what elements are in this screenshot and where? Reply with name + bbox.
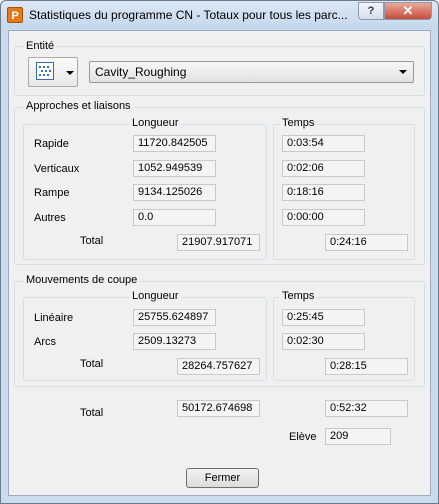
grand-total-time: 0:52:32 [325, 400, 408, 417]
lift-label: Elève [289, 431, 317, 443]
approaches-total-label: Total [80, 235, 104, 247]
approaches-total-length: 21907.917071 [177, 234, 260, 251]
grand-total-label: Total [80, 407, 104, 419]
dialog-window: P Statistiques du programme CN - Totaux … [0, 0, 439, 504]
cutting-total-length: 28264.757627 [177, 358, 260, 375]
entity-select-value: Cavity_Roughing [95, 65, 187, 79]
verticaux-length-value: 1052.949539 [133, 160, 216, 177]
cutting-length-header: Longueur [130, 290, 181, 302]
chevron-down-icon [399, 70, 407, 74]
arcs-length-value: 2509.13273 [133, 333, 216, 350]
autres-length-value: 0.0 [133, 209, 216, 226]
help-button[interactable]: ? [358, 2, 384, 20]
row-label-autres: Autres [34, 212, 66, 224]
cutting-title: Mouvements de coupe [24, 274, 140, 286]
row-label-rampe: Rampe [34, 187, 70, 199]
lineaire-time-value: 0:25:45 [282, 309, 365, 326]
approaches-title: Approches et liaisons [24, 100, 133, 112]
approaches-total-time: 0:24:16 [325, 234, 408, 251]
row-label-rapide: Rapide [34, 138, 69, 150]
row-label-lineaire: Linéaire [34, 312, 74, 324]
cutting-total-time: 0:28:15 [325, 358, 408, 375]
approaches-length-header: Longueur [130, 117, 181, 129]
entity-select[interactable]: Cavity_Roughing [89, 61, 414, 83]
verticaux-time-value: 0:02:06 [282, 160, 365, 177]
grand-total-length: 50172.674698 [177, 400, 260, 417]
close-button[interactable]: Fermer [186, 468, 259, 488]
cutting-total-label: Total [80, 358, 104, 370]
title-bar[interactable]: P Statistiques du programme CN - Totaux … [1, 1, 438, 29]
lineaire-length-value: 25755.624897 [133, 309, 216, 326]
entity-type-dropdown[interactable] [28, 57, 78, 87]
row-label-arcs: Arcs [34, 336, 56, 348]
entity-label: Entité [24, 40, 57, 52]
window-title: Statistiques du programme CN - Totaux po… [29, 8, 348, 22]
cutting-time-header: Temps [280, 290, 317, 302]
close-window-button[interactable]: ✕ [384, 2, 432, 20]
autres-time-value: 0:00:00 [282, 209, 365, 226]
arcs-time-value: 0:02:30 [282, 333, 365, 350]
row-label-verticaux: Verticaux [34, 163, 80, 175]
app-icon: P [7, 7, 23, 23]
lift-value: 209 [325, 428, 391, 445]
dialog-content: Entité Cavity_Roughing Approches et liai… [8, 30, 431, 496]
rapide-length-value: 11720.842505 [133, 135, 216, 152]
rapide-time-value: 0:03:54 [282, 135, 365, 152]
chevron-down-icon [66, 71, 74, 75]
toolpath-icon [36, 62, 54, 80]
approaches-time-header: Temps [280, 117, 317, 129]
rampe-time-value: 0:18:16 [282, 184, 365, 201]
rampe-length-value: 9134.125026 [133, 184, 216, 201]
